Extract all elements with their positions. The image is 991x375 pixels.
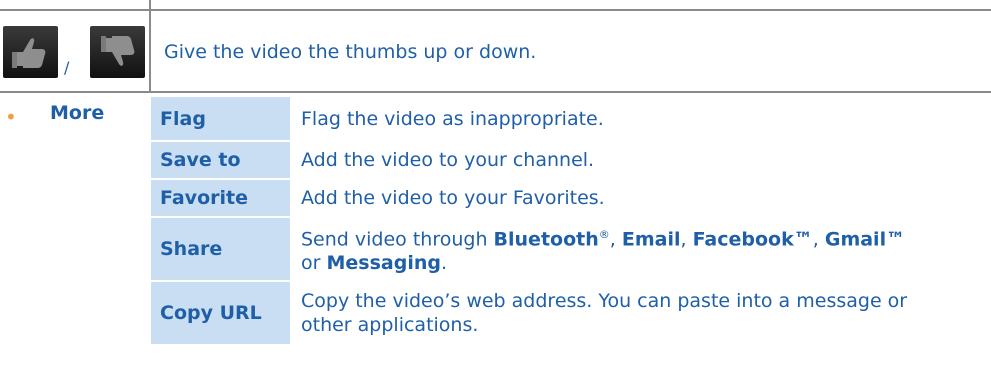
option-name: Favorite: [149, 178, 292, 218]
option-description: Add the video to your Favorites.: [290, 178, 962, 218]
share-sep: ,: [609, 228, 622, 251]
table-row: Favorite Add the video to your Favorites…: [149, 178, 962, 218]
share-reg-mark: ®: [598, 227, 610, 241]
option-description: Add the video to your channel.: [290, 140, 962, 180]
more-options-table: Flag Flag the video as inappropriate. Sa…: [149, 95, 962, 346]
option-description: Send video through Bluetooth®, Email, Fa…: [290, 216, 962, 282]
thumbs-description: Give the video the thumbs up or down.: [164, 41, 537, 63]
thumbs-down-icon: [90, 26, 145, 78]
copy-url-line1: Copy the video’s web address. You can pa…: [301, 290, 908, 312]
share-sep: ,: [812, 228, 825, 251]
share-prefix: Send video through: [301, 228, 494, 251]
share-messaging: Messaging: [326, 252, 441, 275]
share-gmail: Gmail™: [824, 228, 906, 251]
share-facebook: Facebook™: [692, 228, 813, 251]
option-name: Flag: [149, 95, 292, 142]
share-sep: ,: [680, 228, 693, 251]
share-end: .: [440, 252, 448, 275]
option-name: Share: [149, 216, 292, 282]
share-bluetooth: Bluetooth: [493, 228, 599, 251]
bullet-icon: •: [5, 105, 17, 129]
more-label: More: [50, 102, 105, 124]
column-divider: [149, 0, 151, 93]
table-row: Flag Flag the video as inappropriate.: [149, 95, 962, 142]
option-name: Copy URL: [149, 280, 292, 346]
table-row: Copy URL Copy the video’s web address. Y…: [149, 280, 962, 346]
share-or: or: [301, 252, 327, 275]
option-name: Save to: [149, 140, 292, 180]
option-description: Copy the video’s web address. You can pa…: [290, 280, 962, 346]
thumbs-up-icon: [3, 26, 58, 78]
share-email: Email: [621, 228, 681, 251]
table-row: Share Send video through Bluetooth®, Ema…: [149, 216, 962, 282]
table-row: Save to Add the video to your channel.: [149, 140, 962, 180]
option-description: Flag the video as inappropriate.: [290, 95, 962, 142]
thumbs-separator: /: [64, 58, 70, 77]
copy-url-line2: other applications.: [301, 314, 479, 336]
